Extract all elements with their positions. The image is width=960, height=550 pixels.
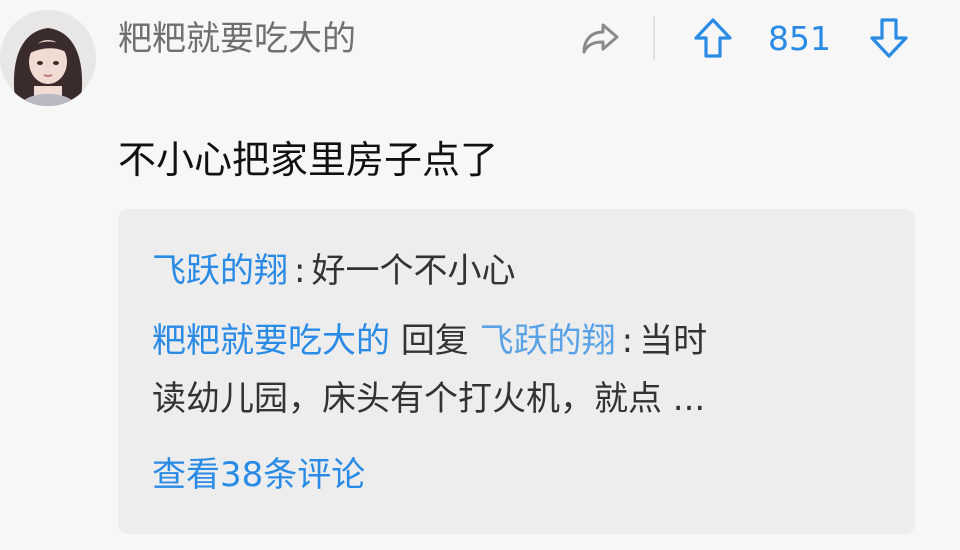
comment-separator: : [294,251,306,291]
share-button[interactable] [578,16,624,60]
avatar-image [0,10,96,106]
vote-count: 851 [768,19,831,58]
reply-action: 回复 [400,321,469,361]
view-all-comments-link[interactable]: 查看38条评论 [152,451,365,499]
reply-author[interactable]: 粑粑就要吃大的 [152,321,390,361]
share-icon [582,23,619,54]
action-divider [653,16,655,60]
reply-separator: : [621,321,634,361]
comment-text: 好一个不小心 [311,251,516,291]
post-text[interactable]: 不小心把家里房子点了 [118,134,498,186]
comment-item[interactable]: 飞跃的翔: 好一个不小心 [152,247,515,295]
reply-target[interactable]: 飞跃的翔 [480,321,616,361]
reply-text-line1: 当时 [639,321,708,361]
post-author-name[interactable]: 粑粑就要吃大的 [118,16,356,62]
reply-text-line2: 读幼儿园，床头有个打火机，就点 ... [152,379,706,419]
downvote-button[interactable] [866,14,912,62]
arrow-down-icon [870,18,908,58]
post-card: 粑粑就要吃大的 851 不小心把家里房子点了 飞跃的翔: 好一个不小心 粑粑就要吃… [0,0,960,550]
reply-item[interactable]: 粑粑就要吃大的 回复 飞跃的翔: 当时 [152,317,707,365]
upvote-button[interactable] [690,14,736,62]
comment-author[interactable]: 飞跃的翔 [152,251,288,291]
arrow-up-icon [694,18,732,58]
avatar[interactable] [0,10,96,106]
comment-preview-box[interactable]: 飞跃的翔: 好一个不小心 粑粑就要吃大的 回复 飞跃的翔: 当时 读幼儿园，床头有个… [118,209,915,534]
